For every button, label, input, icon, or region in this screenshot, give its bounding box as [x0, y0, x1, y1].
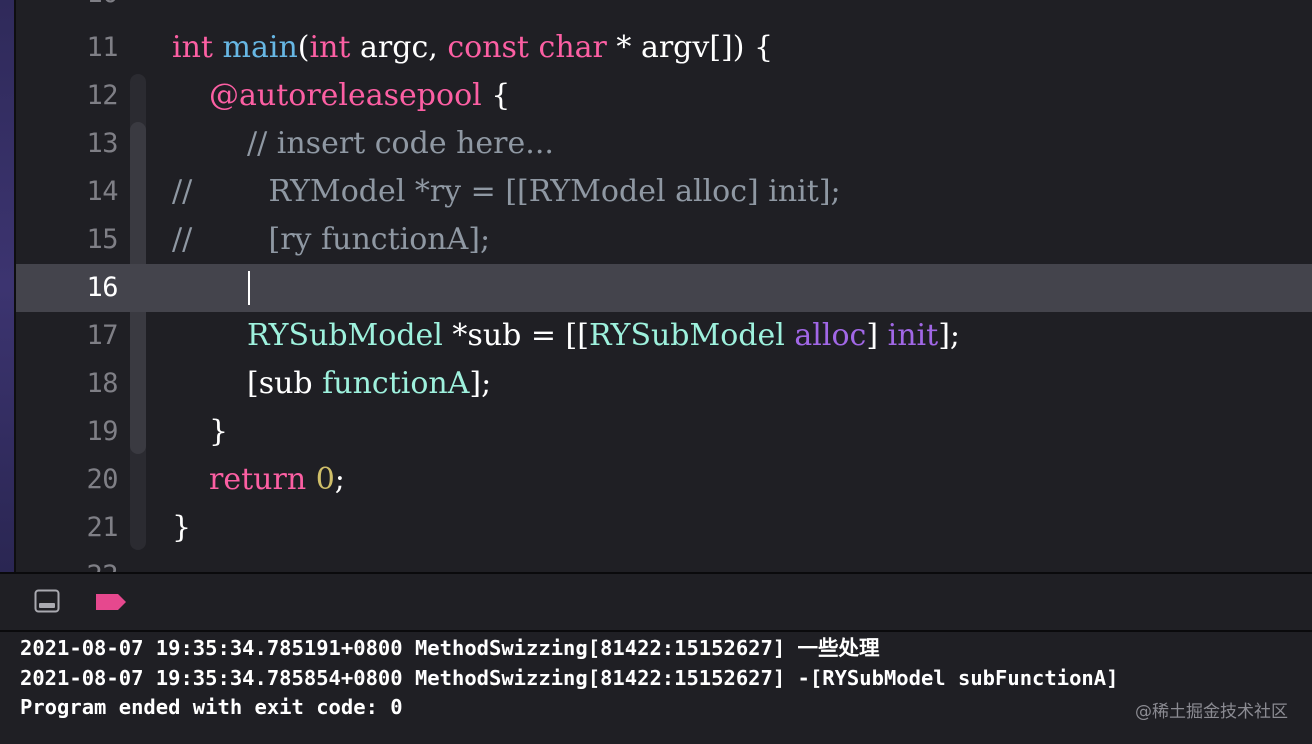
class-name: RYSubModel: [247, 318, 443, 353]
line-number: 14: [86, 176, 118, 207]
code-line[interactable]: 18 [sub functionA];: [16, 360, 1312, 408]
line-number: 16: [86, 272, 118, 303]
console-line: 2021-08-07 19:35:34.785854+0800 MethodSw…: [20, 666, 1119, 690]
comment: // [ry functionA];: [172, 222, 491, 257]
comment: // insert code here...: [247, 126, 554, 161]
line-number: 21: [86, 512, 118, 543]
line-number: 13: [86, 128, 118, 159]
watermark: @稀土掘金技术社区: [1135, 702, 1288, 722]
code-line[interactable]: 19 }: [16, 408, 1312, 456]
navigator-edge: [0, 0, 14, 574]
code-token: {: [481, 78, 511, 113]
debug-bar: [0, 574, 1312, 630]
keyword: char: [538, 30, 607, 65]
code-token: argc,: [350, 30, 448, 65]
code-line[interactable]: 15 // [ry functionA];: [16, 216, 1312, 264]
keyword: const: [447, 30, 529, 65]
line-number: 11: [86, 32, 118, 63]
method-name: functionA: [322, 366, 470, 401]
current-line-highlight[interactable]: 16: [16, 264, 1312, 312]
code-token: *sub = [[: [442, 318, 589, 353]
code-text: RYSubModel *sub = [[RYSubModel alloc] in…: [247, 312, 960, 360]
code-token: ];: [469, 366, 492, 401]
code-line[interactable]: 22: [16, 552, 1312, 572]
xcode-window: 10 11 int main(int argc, const char * ar…: [0, 0, 1312, 744]
console-line: Program ended with exit code: 0: [20, 695, 403, 719]
line-number: 20: [86, 464, 118, 495]
closing-brace: }: [172, 510, 192, 545]
code-line[interactable]: 12 @autoreleasepool {: [16, 72, 1312, 120]
keyword: int: [172, 30, 213, 65]
code-text: int main(int argc, const char * argv[]) …: [172, 24, 773, 72]
code-token: [sub: [247, 366, 323, 401]
keyword: return: [209, 462, 307, 497]
code-text: @autoreleasepool {: [209, 72, 510, 120]
text-cursor: [248, 271, 250, 305]
code-line[interactable]: 13 // insert code here...: [16, 120, 1312, 168]
code-token: * argv[]) {: [606, 30, 774, 65]
keyword: int: [309, 30, 351, 65]
keyword: @autoreleasepool: [209, 78, 482, 113]
code-line[interactable]: 20 return 0;: [16, 456, 1312, 504]
method-name: alloc: [794, 318, 867, 353]
line-number: 12: [86, 80, 118, 111]
code-token: ;: [334, 462, 345, 497]
line-number: 18: [86, 368, 118, 399]
line-number: 22: [16, 552, 118, 572]
code-token: ]: [866, 318, 888, 353]
console-output[interactable]: 2021-08-07 19:35:34.785191+0800 MethodSw…: [0, 632, 1312, 744]
breakpoint-icon[interactable]: [94, 592, 128, 612]
code-line[interactable]: 10: [16, 0, 1312, 18]
code-token: ];: [938, 318, 960, 353]
line-number: 17: [86, 320, 118, 351]
code-line[interactable]: 17 RYSubModel *sub = [[RYSubModel alloc]…: [16, 312, 1312, 360]
code-text: [sub functionA];: [247, 360, 491, 408]
closing-brace: }: [209, 414, 229, 449]
code-line[interactable]: 14 // RYModel *ry = [[RYModel alloc] ini…: [16, 168, 1312, 216]
line-number: 10: [16, 0, 118, 18]
function-name: main: [222, 30, 298, 65]
code-text: return 0;: [209, 456, 345, 504]
method-name: init: [887, 318, 939, 353]
class-name: RYSubModel: [588, 318, 785, 353]
code-line[interactable]: 21 }: [16, 504, 1312, 552]
line-number: 15: [86, 224, 118, 255]
hide-console-icon[interactable]: [34, 589, 60, 613]
code-line[interactable]: 11 int main(int argc, const char * argv[…: [16, 24, 1312, 72]
console-line: 2021-08-07 19:35:34.785191+0800 MethodSw…: [20, 636, 880, 660]
source-editor[interactable]: 10 11 int main(int argc, const char * ar…: [16, 0, 1312, 572]
comment: // RYModel *ry = [[RYModel alloc] init];: [172, 174, 841, 209]
line-number: 19: [86, 416, 118, 447]
code-token: (: [297, 30, 310, 65]
number-literal: 0: [315, 462, 335, 497]
